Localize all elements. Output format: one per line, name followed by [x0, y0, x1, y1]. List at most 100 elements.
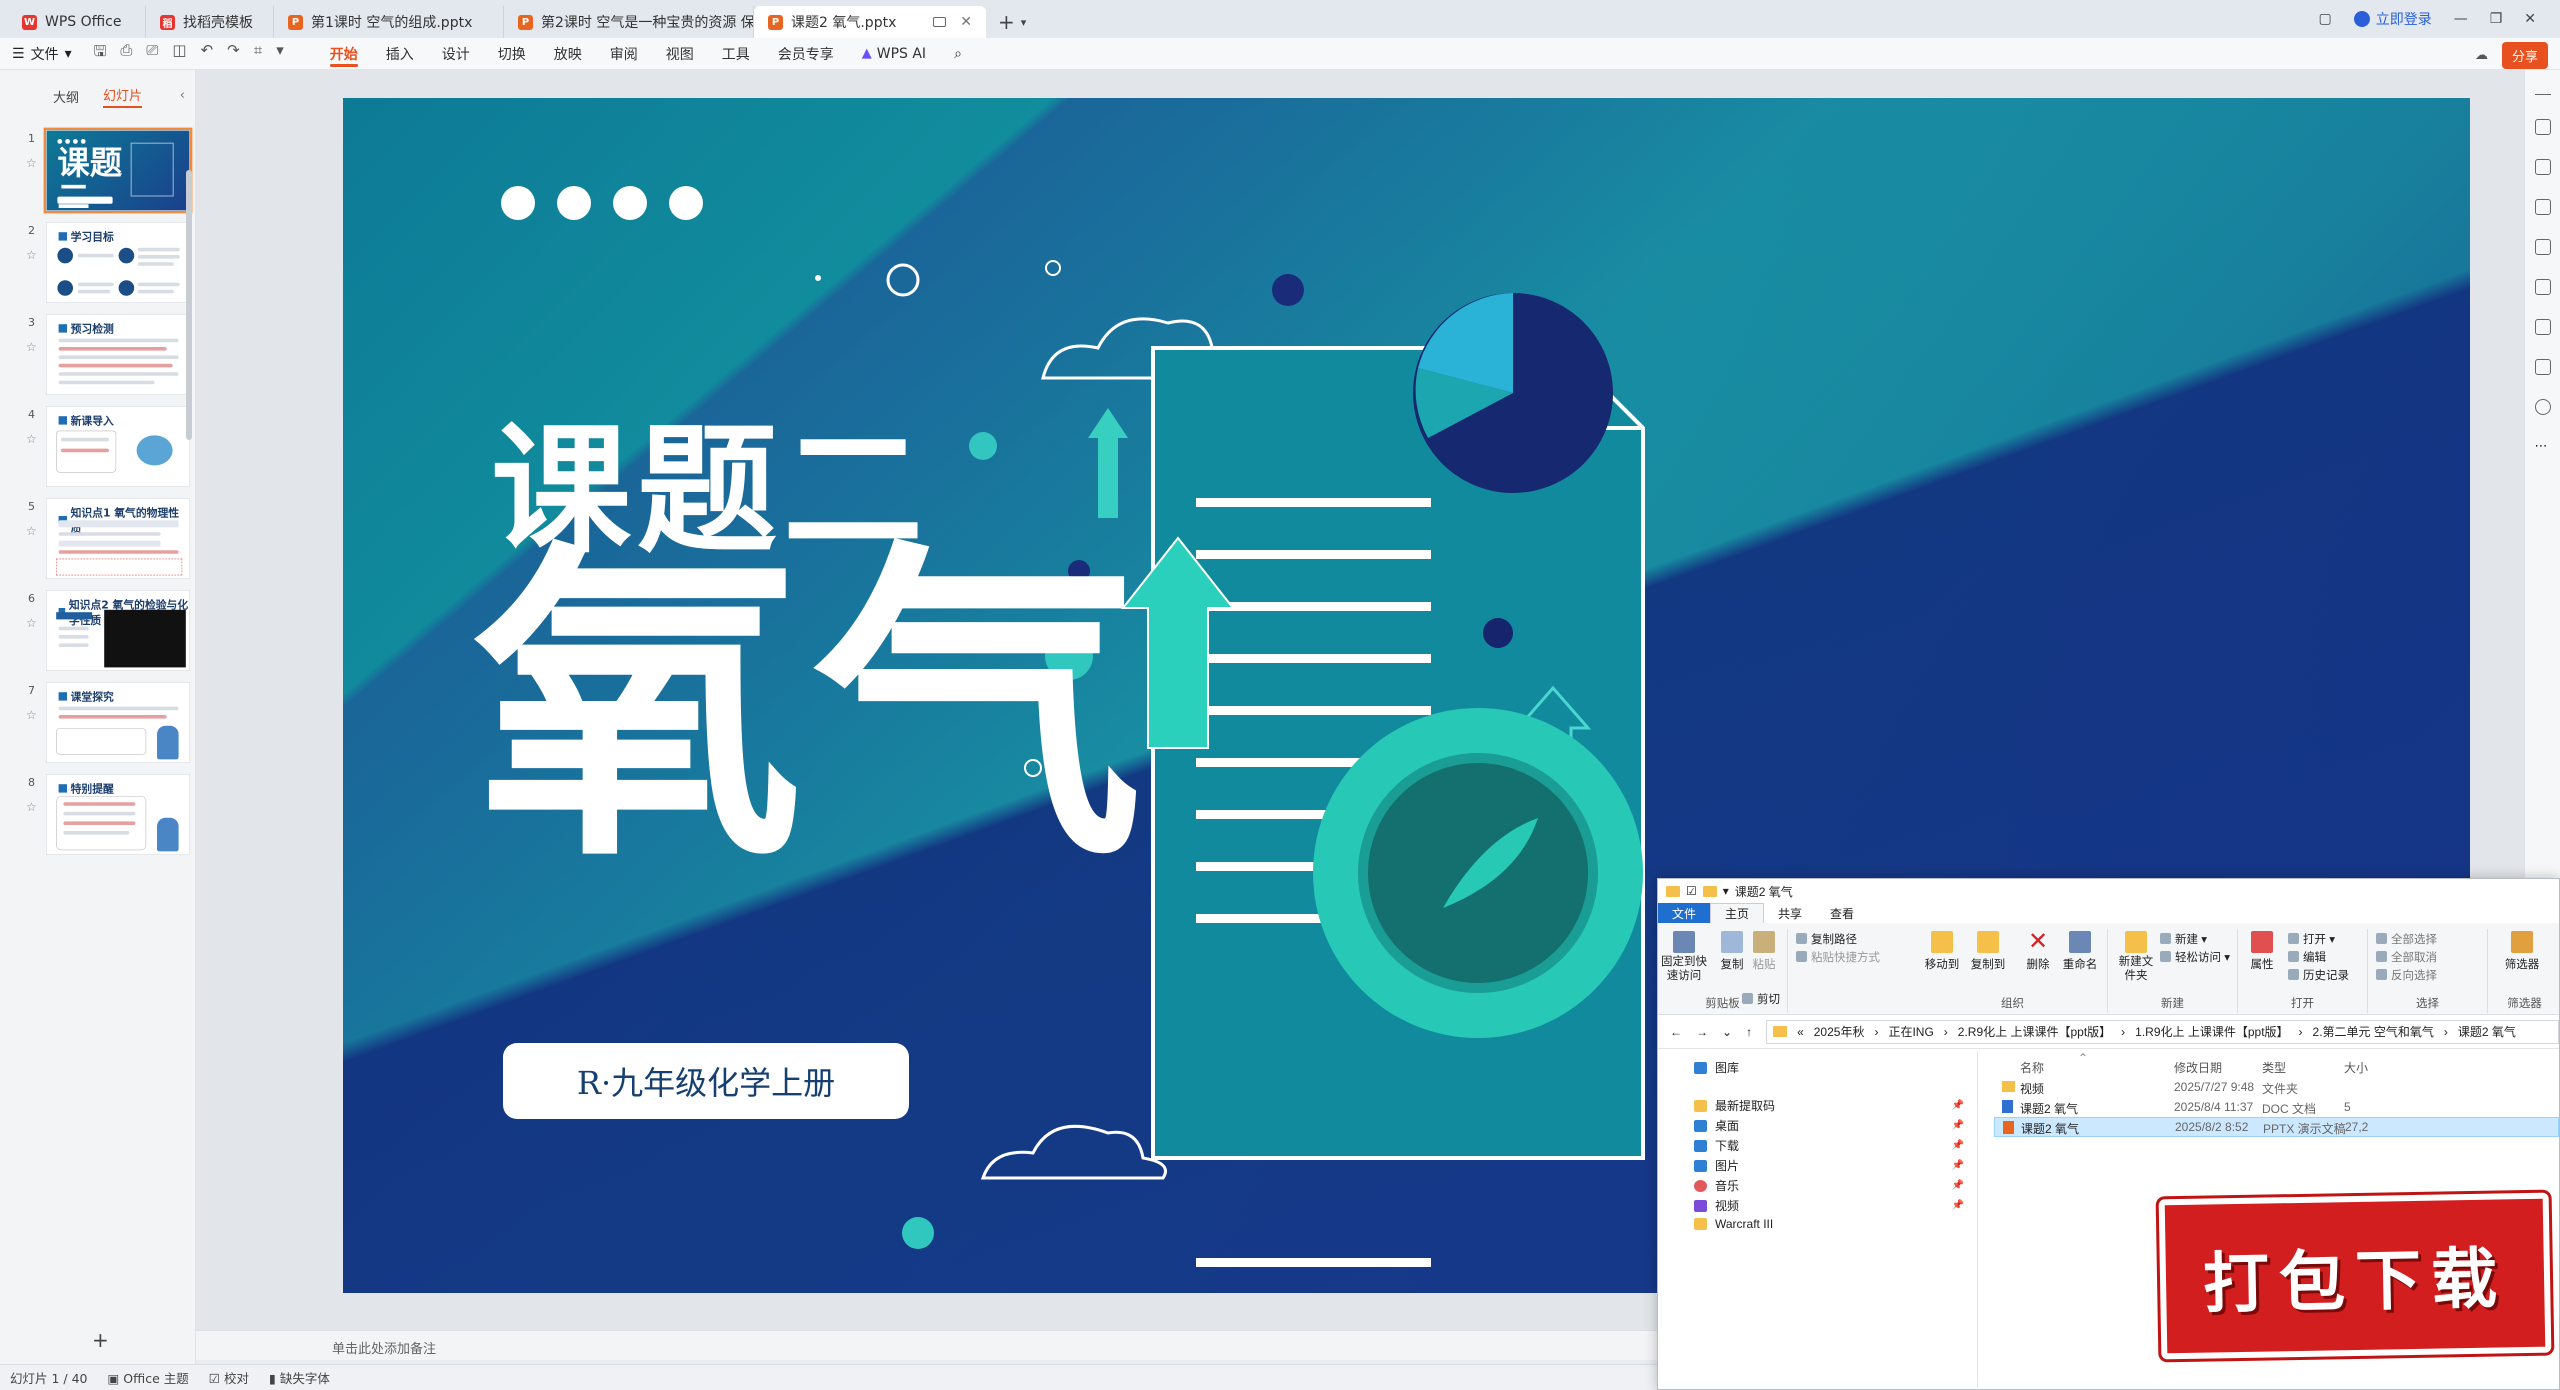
column-header-type[interactable]: 类型 [2262, 1059, 2286, 1076]
video-frame[interactable] [104, 609, 186, 668]
close-tab-icon[interactable]: ✕ [960, 14, 972, 30]
nav-item-music[interactable]: 音乐 📌 [1694, 1177, 1964, 1194]
nav-item-warcraft[interactable]: Warcraft III [1694, 1217, 1964, 1231]
file-row-selected[interactable]: 课题2 氧气 2025/8/2 8:52 PPTX 演示文稿 27,2 [1994, 1117, 2559, 1137]
ribbon-tab-design[interactable]: 设计 [442, 38, 470, 70]
tools-icon[interactable] [2534, 239, 2551, 255]
restore-icon[interactable]: ❐ [2490, 11, 2503, 27]
ribbon-tab-member[interactable]: 会员专享 [778, 38, 834, 70]
tab-doc-1[interactable]: P 第1课时 空气的组成.pptx [274, 6, 504, 38]
share-button[interactable]: 分享 [2501, 42, 2548, 69]
login-button[interactable]: 立即登录 [2353, 9, 2432, 29]
print-icon[interactable]: ⎚ [146, 41, 158, 66]
history-button[interactable]: 历史记录 [2288, 967, 2349, 983]
nav-item-folder[interactable]: 最新提取码 📌 [1694, 1097, 1964, 1114]
file-menu-button[interactable]: ☰ 文件 ▾ [12, 44, 72, 64]
column-header-name[interactable]: 名称 [2020, 1059, 2044, 1076]
slide-thumbnail-5[interactable]: 知识点1 氧气的物理性质 [46, 498, 190, 579]
path-segment[interactable]: 2025年秋 [1814, 1023, 1865, 1040]
theme-indicator[interactable]: ▣ Office 主题 [108, 1368, 189, 1387]
new-folder-icon[interactable] [1702, 885, 1717, 897]
pin-button[interactable]: 固定到快速访问 [1660, 929, 1708, 984]
ribbon-tab-insert[interactable]: 插入 [386, 38, 414, 70]
monitor-icon[interactable] [933, 17, 947, 27]
properties-button[interactable]: 属性 [2238, 929, 2286, 972]
ribbon-tab-review[interactable]: 审阅 [610, 38, 638, 70]
file-row[interactable]: 课题2 氧气 2025/8/4 11:37 DOC 文档 5 [1994, 1097, 2559, 1117]
rename-button[interactable]: 重命名 [2056, 929, 2104, 972]
explorer-tab-home[interactable]: 主页 [1710, 903, 1765, 923]
path-segment[interactable]: 2.第二单元 空气和氧气 [2313, 1023, 2434, 1040]
outline-tab[interactable]: 大纲 [53, 87, 79, 106]
help-icon[interactable] [2534, 399, 2551, 415]
download-badge[interactable]: 打包下载 [2158, 1192, 2552, 1360]
address-bar[interactable]: « 2025年秋 › 正在ING › 2.R9化上 上课课件【ppt版】 › 1.R9… [1766, 1019, 2559, 1044]
up-icon[interactable]: ↑ [1746, 1025, 1752, 1039]
slide-thumbnail-2[interactable]: 学习目标 [46, 222, 190, 303]
star-icon[interactable] [2534, 159, 2551, 175]
undo-icon[interactable]: ↶ [201, 41, 214, 66]
star-icon[interactable]: ☆ [26, 340, 37, 354]
star-icon[interactable]: ☆ [26, 708, 37, 722]
filter-button[interactable]: 筛选器 [2498, 929, 2546, 972]
proof-button[interactable]: ☑ 校对 [209, 1368, 249, 1387]
path-segment[interactable]: 课题2 氧气 [2458, 1023, 2516, 1040]
select-none-button[interactable]: 全部取消 [2376, 949, 2437, 965]
column-header-date[interactable]: 修改日期 [2174, 1059, 2222, 1076]
quick-access-chevron-icon[interactable]: ▾ [1723, 884, 1729, 898]
path-segment[interactable]: 1.R9化上 上课课件【ppt版】 [2135, 1023, 2288, 1040]
column-header-size[interactable]: 大小 [2344, 1059, 2368, 1076]
tab-template[interactable]: 稻 找稻壳模板 [146, 6, 274, 38]
more-icon[interactable]: ▾ [276, 41, 284, 66]
minimize-icon[interactable]: — [2454, 11, 2468, 27]
new-folder-button[interactable]: 新建文件夹 [2112, 929, 2160, 984]
slide-thumbnail-8[interactable]: 特别提醒 [46, 774, 190, 855]
ribbon-tab-view[interactable]: 视图 [666, 38, 694, 70]
new-tab-button[interactable]: + ▾ [986, 6, 1038, 38]
tab-doc-active[interactable]: P 课题2 氧气.pptx ✕ [754, 6, 986, 38]
select-all-button[interactable]: 全部选择 [2376, 931, 2437, 947]
recent-chevron-icon[interactable]: ⌄ [1722, 1025, 1732, 1039]
paste-shortcut-button[interactable]: 粘贴快捷方式 [1796, 949, 1880, 965]
star-icon[interactable]: ☆ [26, 524, 37, 538]
path-segment[interactable]: 正在ING [1888, 1023, 1933, 1040]
star-icon[interactable]: ☆ [26, 800, 37, 814]
file-row[interactable]: 视频 2025/7/27 9:48 文件夹 [1994, 1077, 2559, 1097]
export-pdf-icon[interactable]: ⎙ [120, 41, 132, 66]
star-icon[interactable]: ☆ [26, 616, 37, 630]
layout-icon[interactable] [2534, 279, 2551, 295]
ribbon-tab-tools[interactable]: 工具 [722, 38, 750, 70]
explorer-tab-view[interactable]: 查看 [1816, 903, 1868, 923]
star-icon[interactable]: ☆ [26, 432, 37, 446]
forward-icon[interactable]: → [1696, 1025, 1708, 1039]
delete-button[interactable]: ✕ 删除 [2014, 929, 2062, 972]
slide-thumbnail-3[interactable]: 预习检测 [46, 314, 190, 395]
collapse-panel-icon[interactable]: ‹ [180, 88, 185, 103]
back-icon[interactable]: ← [1670, 1025, 1682, 1039]
properties-icon[interactable]: ☑ [1686, 884, 1697, 898]
ribbon-tab-slideshow[interactable]: 放映 [554, 38, 582, 70]
invert-selection-button[interactable]: 反向选择 [2376, 967, 2437, 983]
save-icon[interactable]: 🖫 [94, 41, 107, 66]
copy-icon[interactable] [2534, 199, 2551, 215]
slide-thumbnail-7[interactable]: 课堂探究 [46, 682, 190, 763]
paste-button[interactable]: 粘贴 [1740, 929, 1788, 972]
ribbon-tab-transition[interactable]: 切换 [498, 38, 526, 70]
nav-item-downloads[interactable]: 下载 📌 [1694, 1137, 1964, 1154]
copy-to-button[interactable]: 复制到 [1964, 929, 2012, 972]
path-segment[interactable]: 2.R9化上 上课课件【ppt版】 [1958, 1023, 2111, 1040]
nav-item-desktop[interactable]: 桌面 📌 [1694, 1117, 1964, 1134]
panel-scrollbar[interactable] [186, 170, 192, 440]
edit-button[interactable]: 编辑 [2288, 949, 2326, 965]
close-window-icon[interactable]: ✕ [2524, 11, 2536, 27]
preview-icon[interactable]: ◫ [172, 41, 186, 66]
format-painter-icon[interactable]: ⌗ [254, 41, 262, 66]
book-icon[interactable] [2534, 359, 2551, 375]
slides-tab[interactable]: 幻灯片 [103, 85, 143, 108]
ribbon-tab-home[interactable]: 开始 [329, 38, 358, 70]
slide-thumbnail-4[interactable]: 新课导入 [46, 406, 190, 487]
settings-icon[interactable] [2534, 119, 2551, 135]
search-icon[interactable]: ⌕ [954, 38, 962, 70]
minus-icon[interactable] [2534, 94, 2551, 95]
easy-access-button[interactable]: 轻松访问 ▾ [2160, 949, 2230, 965]
